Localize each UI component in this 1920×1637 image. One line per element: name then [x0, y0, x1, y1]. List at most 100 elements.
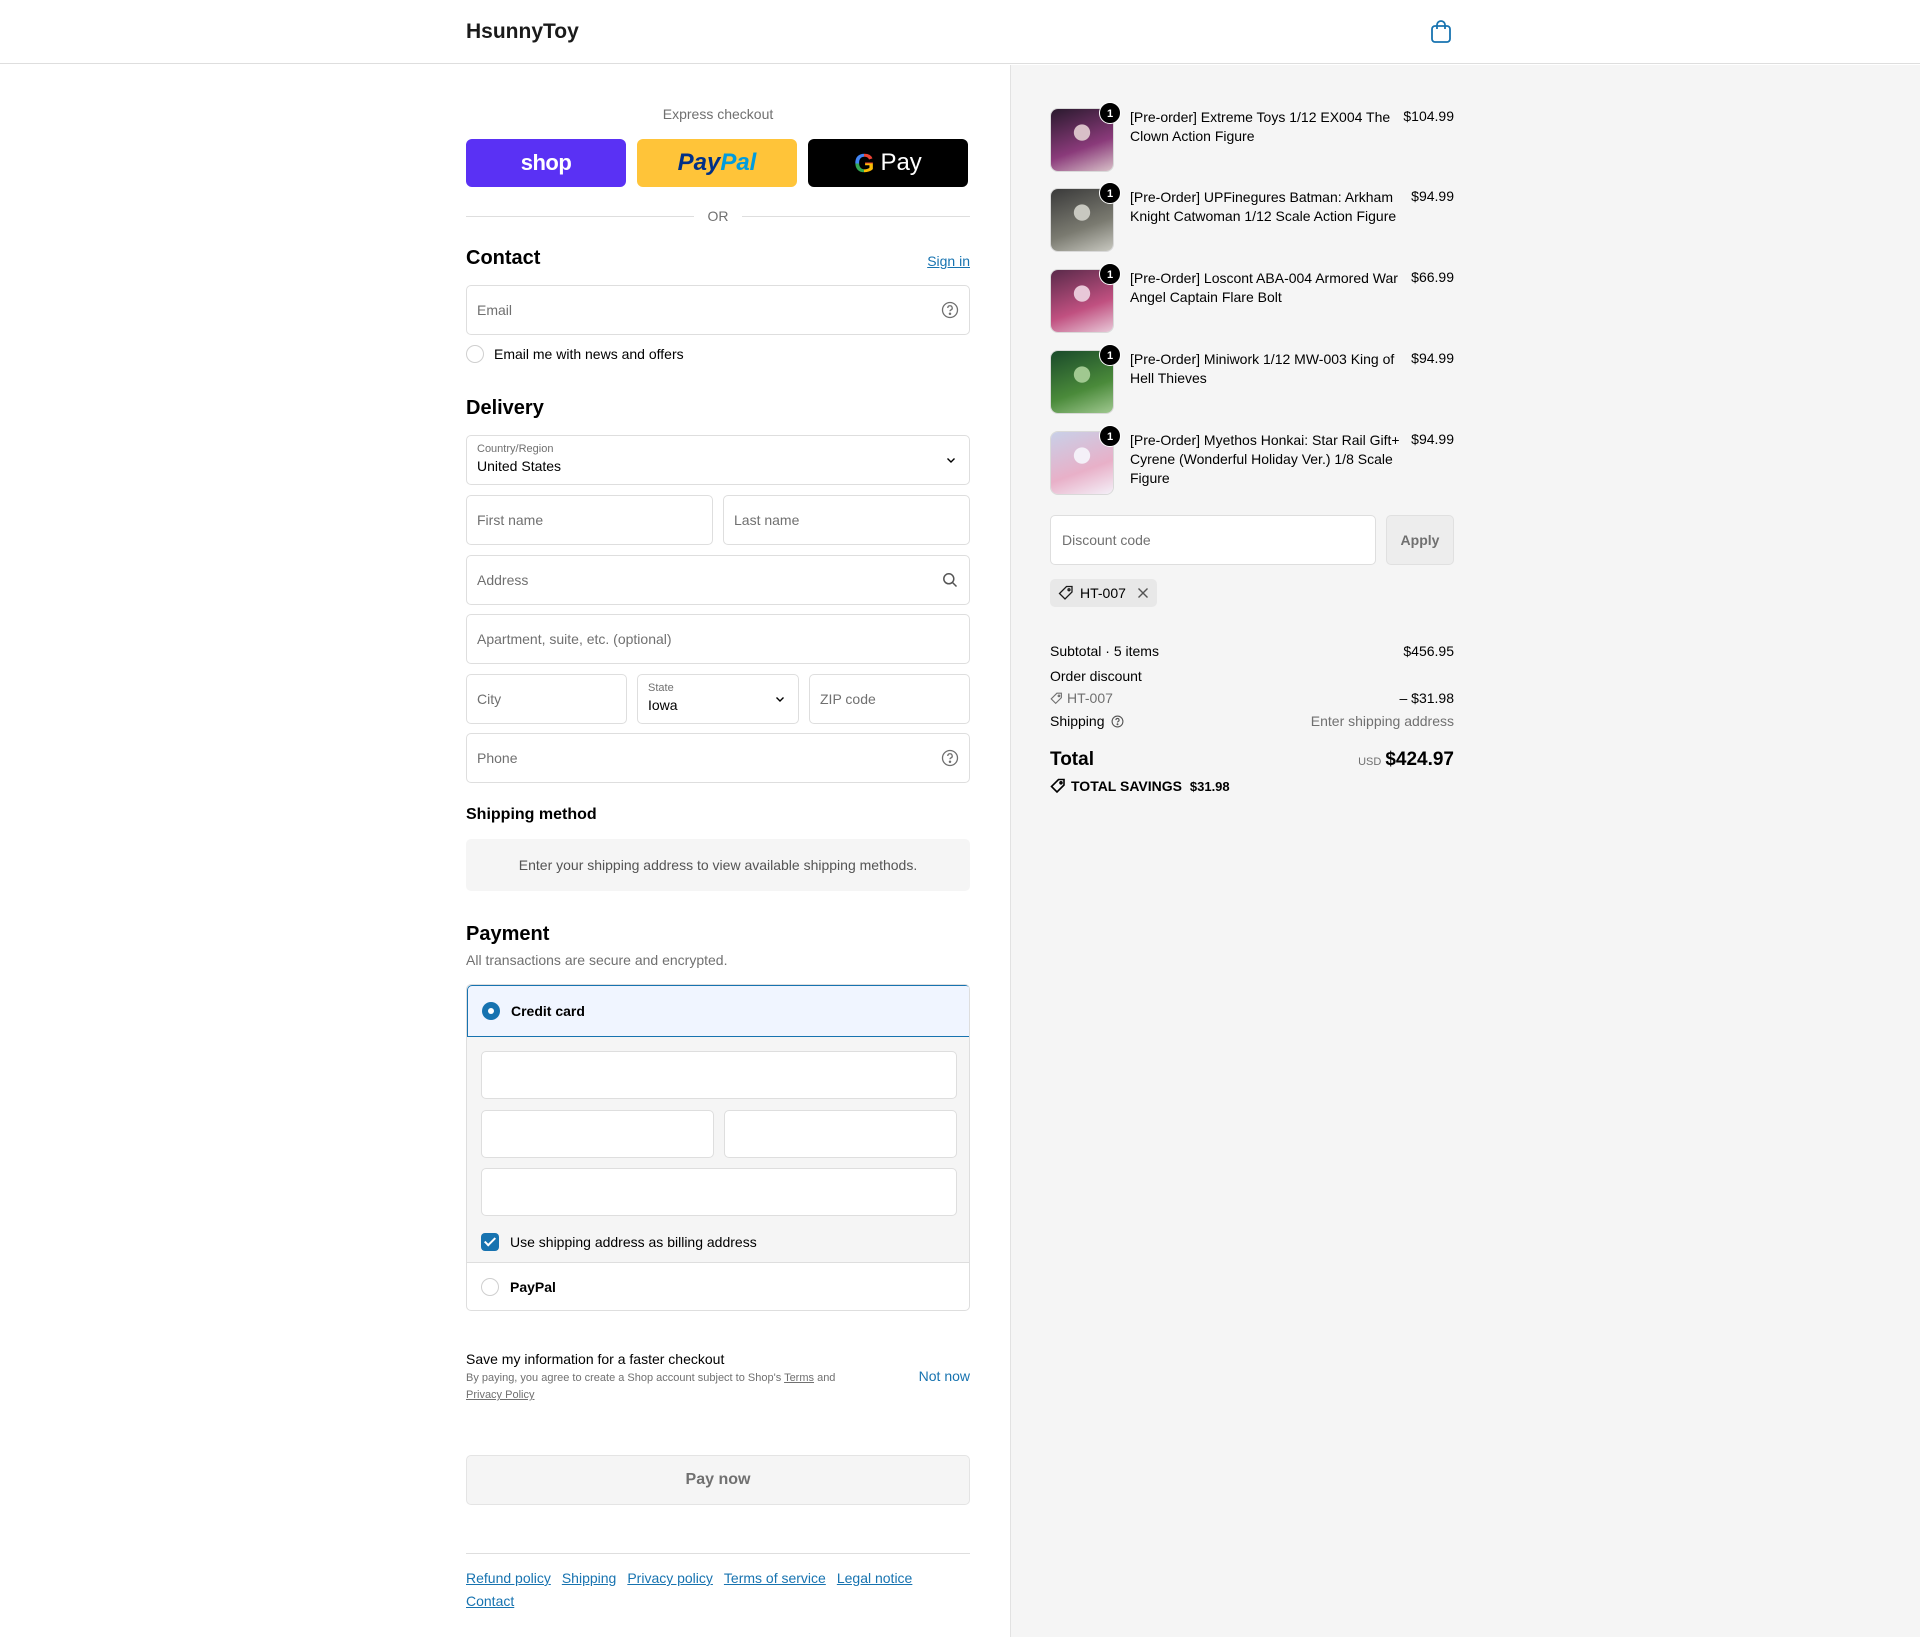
address-field[interactable]: Address [466, 555, 970, 605]
paypal-express-button[interactable]: Pay Pal [637, 139, 797, 187]
paypal-option[interactable]: PayPal [467, 1263, 969, 1310]
country-label: Country/Region [477, 443, 554, 455]
payment-subtitle: All transactions are secure and encrypte… [466, 952, 728, 968]
credit-card-option[interactable]: Credit card [467, 985, 969, 1037]
first-name-field[interactable]: First name [466, 495, 713, 545]
save-info-description: By paying, you agree to create a Shop ac… [466, 1372, 836, 1401]
card-expiry-field[interactable] [481, 1110, 714, 1158]
sign-in-link[interactable]: Sign in [927, 253, 970, 269]
total-savings-row: TOTAL SAVINGS $31.98 [1050, 778, 1454, 794]
total-label: Total [1050, 749, 1094, 770]
last-name-field[interactable]: Last name [723, 495, 970, 545]
footer-link-shipping[interactable]: Shipping [562, 1570, 617, 1586]
email-field[interactable]: Email [466, 285, 970, 335]
address-placeholder: Address [477, 572, 529, 588]
header: HsunnyToy [0, 0, 1920, 64]
product-name: [Pre-Order] Miniwork 1/12 MW-003 King of… [1130, 351, 1395, 386]
help-circle-icon[interactable] [941, 749, 959, 767]
tag-icon [1050, 692, 1062, 705]
billing-checkbox[interactable] [481, 1233, 499, 1251]
phone-field[interactable]: Phone [466, 733, 970, 783]
zip-field[interactable]: ZIP code [809, 674, 970, 724]
shipping-row: Shipping Enter shipping address [1050, 713, 1454, 729]
email-news-check[interactable] [466, 345, 484, 363]
shopping-bag-icon[interactable] [1430, 20, 1452, 44]
quantity-badge: 1 [1099, 182, 1121, 204]
card-number-field[interactable] [481, 1051, 957, 1099]
delivery-heading: Delivery [466, 397, 544, 419]
help-circle-icon[interactable] [941, 301, 959, 319]
email-news-label: Email me with news and offers [494, 346, 684, 362]
quantity-badge: 1 [1099, 263, 1121, 285]
footer-links: Refund policy Shipping Privacy policy Terms… [466, 1567, 970, 1613]
close-icon[interactable] [1137, 587, 1149, 599]
tag-icon [1050, 778, 1065, 794]
product-name: [Pre-Order] UPFinegures Batman: Arkham K… [1130, 189, 1397, 224]
payment-heading: Payment [466, 923, 550, 945]
paypal-logo-part2: Pal [720, 149, 757, 176]
quantity-badge: 1 [1099, 102, 1121, 124]
credit-card-form: Use shipping address as billing address [467, 1037, 969, 1263]
payment-methods: Credit card Use shipping address as bill… [466, 984, 970, 1311]
applied-discount-code: HT-007 [1080, 585, 1126, 601]
card-cvv-field[interactable] [724, 1110, 957, 1158]
shipping-method-message: Enter your shipping address to view avai… [466, 839, 970, 891]
shipping-value: Enter shipping address [1310, 713, 1454, 729]
subtotal-value: $456.95 [1403, 643, 1454, 659]
city-placeholder: City [477, 691, 502, 707]
or-divider: OR [466, 207, 970, 225]
save-info-title: Save my information for a faster checkou… [466, 1351, 725, 1367]
paypal-logo-part1: Pay [677, 149, 721, 176]
apartment-placeholder: Apartment, suite, etc. (optional) [477, 631, 672, 647]
chevron-down-icon [776, 697, 784, 702]
discount-code-row: HT-007 – $31.98 [1050, 690, 1454, 706]
footer-link-privacy-policy[interactable]: Privacy policy [627, 1570, 713, 1586]
or-label: OR [707, 208, 729, 224]
google-g-icon: G [854, 147, 875, 178]
google-pay-label: Pay [880, 149, 922, 176]
credit-card-radio[interactable] [482, 1002, 500, 1020]
quantity-badge: 1 [1099, 344, 1121, 366]
help-circle-icon[interactable] [1111, 715, 1124, 728]
email-placeholder: Email [477, 302, 513, 318]
footer-link-contact[interactable]: Contact [466, 1593, 514, 1609]
footer-link-refund-policy[interactable]: Refund policy [466, 1570, 551, 1586]
apply-label: Apply [1400, 532, 1440, 548]
chevron-down-icon [947, 458, 955, 463]
pay-now-label: Pay now [685, 1471, 751, 1488]
product-price: $104.99 [1403, 108, 1454, 124]
paypal-radio[interactable] [481, 1278, 499, 1296]
product-price: $94.99 [1411, 188, 1454, 204]
terms-link[interactable]: Terms [784, 1372, 814, 1384]
shipping-label: Shipping [1050, 713, 1105, 729]
phone-placeholder: Phone [477, 750, 518, 766]
apartment-field[interactable]: Apartment, suite, etc. (optional) [466, 614, 970, 664]
card-name-field[interactable] [481, 1168, 957, 1216]
total-value: $424.97 [1385, 749, 1454, 770]
store-logo[interactable]: HsunnyToy [466, 20, 579, 44]
tag-icon [1058, 585, 1073, 600]
state-select[interactable]: State Iowa [637, 674, 799, 724]
privacy-policy-link[interactable]: Privacy Policy [466, 1389, 534, 1401]
product-name: [Pre-Order] Loscont ABA-004 Armored War … [1130, 270, 1398, 305]
pay-now-button[interactable]: Pay now [466, 1455, 970, 1505]
footer-link-terms-of-service[interactable]: Terms of service [724, 1570, 826, 1586]
country-select[interactable]: Country/Region United States [466, 435, 970, 485]
order-discount-label: Order discount [1050, 668, 1142, 684]
shop-pay-button[interactable]: shop [466, 139, 626, 187]
not-now-button[interactable]: Not now [919, 1368, 970, 1384]
apply-discount-button[interactable]: Apply [1386, 515, 1454, 565]
discount-code-placeholder: Discount code [1062, 532, 1151, 548]
product-name: [Pre-Order] Myethos Honkai: Star Rail Gi… [1130, 432, 1400, 486]
discount-code-input[interactable]: Discount code [1050, 515, 1376, 565]
billing-label: Use shipping address as billing address [510, 1234, 757, 1250]
total-row: Total USD $424.97 [1050, 749, 1454, 771]
product-name: [Pre-order] Extreme Toys 1/12 EX004 The … [1130, 109, 1391, 144]
city-field[interactable]: City [466, 674, 627, 724]
discount-code-label: HT-007 [1067, 690, 1113, 706]
shipping-method-heading: Shipping method [466, 806, 597, 823]
google-pay-button[interactable]: G Pay [808, 139, 968, 187]
quantity-badge: 1 [1099, 425, 1121, 447]
email-news-checkbox[interactable]: Email me with news and offers [466, 345, 684, 363]
footer-link-legal-notice[interactable]: Legal notice [837, 1570, 913, 1586]
